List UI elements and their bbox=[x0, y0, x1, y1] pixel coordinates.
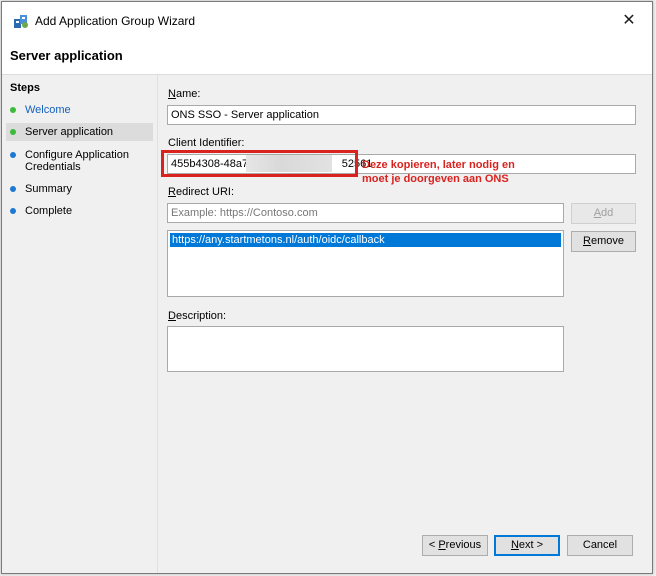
application-group-icon bbox=[14, 15, 28, 28]
step-label: Server application bbox=[25, 126, 114, 138]
annotation-line: Deze kopieren, later nodig en bbox=[362, 159, 515, 171]
close-button[interactable]: ✕ bbox=[606, 2, 652, 38]
step-pending-dot-icon bbox=[10, 152, 16, 158]
close-icon: ✕ bbox=[622, 12, 636, 29]
step-label: Welcome bbox=[25, 104, 71, 116]
step-server-application[interactable]: Server application bbox=[6, 123, 153, 141]
redirect-uri-input[interactable]: Example: https://Contoso.com bbox=[167, 203, 564, 223]
title-bar: Add Application Group Wizard ✕ bbox=[2, 2, 652, 38]
step-pending-dot-icon bbox=[10, 186, 16, 192]
previous-button[interactable]: < Previous bbox=[422, 535, 488, 556]
list-item[interactable]: https://any.startmetons.nl/auth/oidc/cal… bbox=[170, 233, 561, 247]
page-header: Server application bbox=[2, 38, 652, 75]
redirect-uri-label: Redirect URI: bbox=[168, 186, 235, 198]
annotation-highlight-box bbox=[161, 150, 358, 177]
steps-title: Steps bbox=[10, 82, 40, 94]
annotation-line: moet je doorgeven aan ONS bbox=[362, 173, 509, 185]
step-complete-dot-icon bbox=[10, 107, 16, 113]
page-title: Server application bbox=[10, 48, 123, 63]
name-input[interactable]: ONS SSO - Server application bbox=[167, 105, 636, 125]
client-identifier-label: Client Identifier: bbox=[168, 137, 245, 149]
annotation-note: Deze kopieren, later nodig en moet je do… bbox=[362, 158, 542, 186]
window-title: Add Application Group Wizard bbox=[35, 14, 196, 28]
step-label: Configure Application Credentials bbox=[25, 149, 129, 173]
next-button[interactable]: Next > bbox=[494, 535, 560, 556]
wizard-window: Add Application Group Wizard ✕ Server ap… bbox=[1, 1, 653, 574]
step-current-dot-icon bbox=[10, 129, 16, 135]
step-complete[interactable]: Complete bbox=[10, 205, 72, 217]
steps-panel: Steps Welcome Server application Configu… bbox=[2, 75, 158, 573]
step-configure-credentials[interactable]: Configure Application Credentials bbox=[10, 149, 130, 173]
step-pending-dot-icon bbox=[10, 208, 16, 214]
cancel-button[interactable]: Cancel bbox=[567, 535, 633, 556]
description-textarea[interactable] bbox=[167, 326, 564, 372]
add-button[interactable]: Add bbox=[571, 203, 636, 224]
step-label: Complete bbox=[25, 205, 73, 217]
step-label: Summary bbox=[25, 183, 73, 195]
name-label: Name: bbox=[168, 88, 201, 100]
step-welcome[interactable]: Welcome bbox=[10, 104, 71, 116]
description-label: Description: bbox=[168, 310, 227, 322]
redirect-uri-list[interactable]: https://any.startmetons.nl/auth/oidc/cal… bbox=[167, 230, 564, 297]
remove-button[interactable]: Remove bbox=[571, 231, 636, 252]
step-summary[interactable]: Summary bbox=[10, 183, 72, 195]
